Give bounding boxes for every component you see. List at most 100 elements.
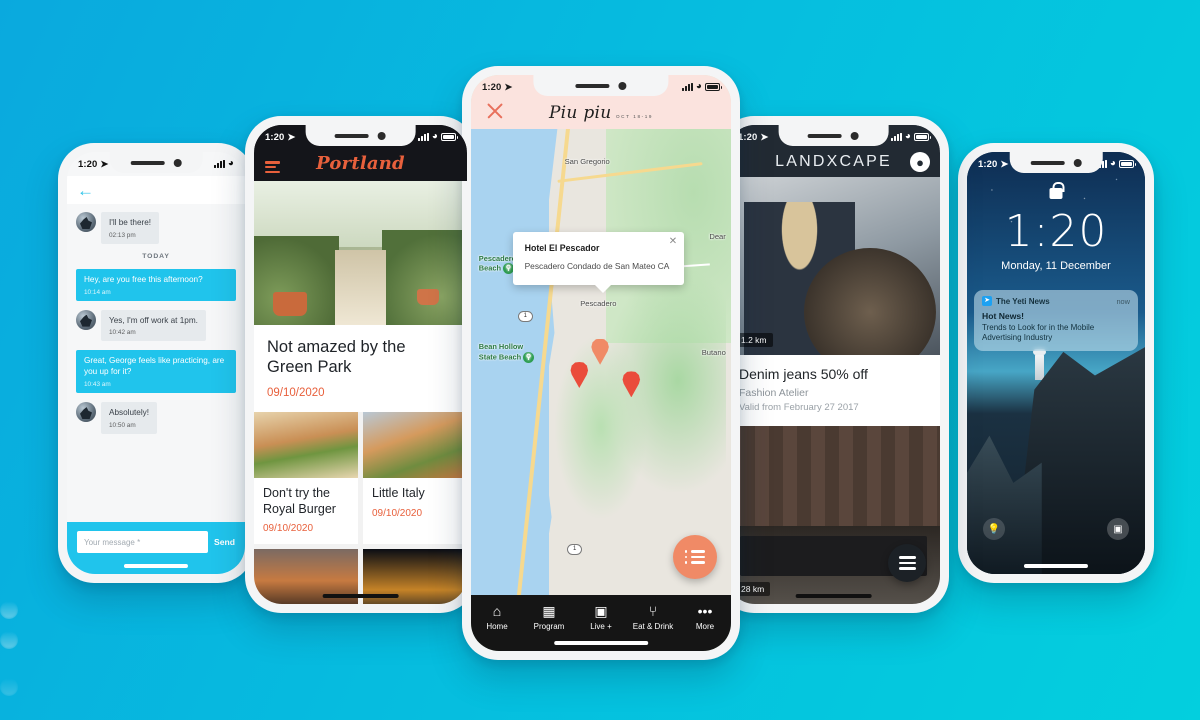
status-left: 1:20 ➤ xyxy=(482,82,512,93)
notification-time: now xyxy=(1116,296,1130,306)
burger-photo xyxy=(254,411,358,478)
chat-bubble-incoming: I'll be there! 02:13 pm xyxy=(101,212,160,244)
showcase-stage: Piu piu OCT 18-19 1:20 ➤ ◕ xyxy=(0,0,1200,720)
map-info-window[interactable]: ✕ Hotel El Pescador Pescadero Condado de… xyxy=(512,231,685,294)
message-text: Great, George feels like practicing, are… xyxy=(84,356,225,377)
route-shield: 1 xyxy=(517,310,533,322)
map-label-town: Dear xyxy=(709,231,726,241)
wifi-icon: ◕ xyxy=(1109,158,1116,169)
close-icon[interactable]: ✕ xyxy=(669,236,677,247)
menu-fab-button[interactable] xyxy=(888,544,926,582)
hamburger-menu-icon xyxy=(898,556,916,570)
map-canvas[interactable]: San Gregorio Dear Pescadero Butano Pesca… xyxy=(471,129,731,595)
tab-program[interactable]: ▦ Program xyxy=(523,603,575,631)
notch xyxy=(778,125,889,146)
tab-label: Home xyxy=(486,622,508,631)
route-shield: 1 xyxy=(567,543,583,555)
portland-feed[interactable]: Not amazed by the Green Park 09/10/2020 … xyxy=(254,181,467,604)
user-avatar-icon[interactable]: ● xyxy=(910,152,930,172)
notch xyxy=(305,125,416,146)
home-indicator[interactable] xyxy=(322,594,399,598)
chat-bubble-incoming: Absolutely! 10:50 am xyxy=(101,402,158,434)
lock-icon xyxy=(1049,182,1065,199)
notification-body: Trends to Look for in the Mobile Adverti… xyxy=(982,323,1095,342)
distance-badge: 1.2 km xyxy=(735,333,773,347)
hero-image[interactable] xyxy=(254,181,467,325)
message-input[interactable]: Your message * xyxy=(77,531,208,553)
tab-label: Live + xyxy=(590,622,612,631)
landxcape-feed[interactable]: 1.2 km Denim jeans 50% off Fashion Ateli… xyxy=(727,177,940,604)
radio-icon: ▣ xyxy=(594,603,608,619)
earpiece-speaker xyxy=(1030,160,1065,165)
battery-icon xyxy=(1119,160,1136,168)
map-label-town: San Gregorio xyxy=(564,156,610,166)
message-text: Hey, are you free this afternoon? xyxy=(84,274,203,284)
earpiece-speaker xyxy=(808,133,842,138)
home-indicator[interactable] xyxy=(795,594,872,598)
wifi-icon: ◕ xyxy=(227,158,234,169)
map-pin-red[interactable] xyxy=(570,362,589,388)
chat-message-list[interactable]: I'll be there! 02:13 pm TODAY Hey, are y… xyxy=(67,204,245,522)
front-camera-icon xyxy=(618,81,627,90)
status-time: 1:20 xyxy=(738,131,758,143)
tab-more[interactable]: ••• More xyxy=(679,603,731,631)
status-left: 1:20 ➤ xyxy=(978,159,1008,170)
twitter-bird-icon: ➤ xyxy=(982,296,992,306)
hero-card[interactable]: Not amazed by the Green Park 09/10/2020 xyxy=(254,325,467,412)
app-logo-text: Piu piu xyxy=(548,103,612,123)
status-left: 1:20 ➤ xyxy=(265,132,295,143)
home-indicator[interactable] xyxy=(554,641,648,645)
laundromat-photo[interactable]: 1.2 km xyxy=(727,177,940,355)
avatar xyxy=(76,309,96,330)
page-title: Portland xyxy=(316,153,405,174)
home-indicator[interactable] xyxy=(1023,564,1089,568)
offer-card[interactable]: Denim jeans 50% off Fashion Atelier Vali… xyxy=(727,355,940,426)
back-icon[interactable]: ← xyxy=(77,182,94,199)
status-left: 1:20 ➤ xyxy=(78,159,108,170)
greenhouse-photo xyxy=(254,181,467,325)
location-arrow-icon: ➤ xyxy=(100,158,109,170)
message-time: 10:42 am xyxy=(109,329,136,337)
tab-eat-and-drink[interactable]: ⑂ Eat & Drink xyxy=(627,603,679,631)
info-window-address: Pescadero Condado de San Mateo CA xyxy=(524,260,670,271)
send-button[interactable]: Send xyxy=(214,537,235,547)
phone-landxcape-app: LANDXCAPE ● 1:20 ➤ ◕ 1.2 km Denim jeans … xyxy=(718,116,949,613)
map-pin-orange[interactable] xyxy=(591,338,610,365)
avatar xyxy=(76,212,96,232)
pizza-photo xyxy=(363,411,467,478)
info-window-title: Hotel El Pescador xyxy=(524,242,600,253)
map-label-town: Butano xyxy=(701,348,726,358)
status-right: ◕ xyxy=(890,132,931,142)
lock-date: Monday, 11 December xyxy=(1001,260,1111,272)
chat-header: ← xyxy=(67,176,245,204)
article-card[interactable]: Little Italy 09/10/2020 xyxy=(363,411,467,545)
notification-title: Hot News! xyxy=(982,311,1025,321)
calendar-icon: ▦ xyxy=(542,603,556,619)
offer-title: Denim jeans 50% off xyxy=(739,366,868,382)
list-view-fab-button[interactable] xyxy=(673,535,717,579)
avatar xyxy=(76,402,96,423)
front-camera-icon xyxy=(1073,158,1082,167)
status-right: ◕ xyxy=(417,131,458,142)
wifi-icon: ◕ xyxy=(431,131,438,142)
location-arrow-icon: ➤ xyxy=(287,131,296,143)
location-arrow-icon: ➤ xyxy=(760,131,769,143)
location-arrow-icon: ➤ xyxy=(504,81,513,93)
tab-home[interactable]: ⌂ Home xyxy=(471,603,523,631)
home-indicator[interactable] xyxy=(123,564,189,568)
offer-validity: Valid from February 27 2017 xyxy=(739,402,859,413)
flashlight-icon[interactable]: 💡 xyxy=(983,518,1005,540)
message-text: Absolutely! xyxy=(109,408,150,418)
message-row: Absolutely! 10:50 am xyxy=(76,402,236,434)
location-arrow-icon: ➤ xyxy=(1000,158,1009,170)
landxcape-screen: LANDXCAPE ● 1:20 ➤ ◕ 1.2 km Denim jeans … xyxy=(727,125,940,604)
status-time: 1:20 xyxy=(978,158,998,170)
article-card[interactable]: Don't try the Royal Burger 09/10/2020 xyxy=(254,411,358,545)
earpiece-speaker xyxy=(575,83,610,88)
chat-screen: 1:20 ➤ ◕ ← I'll be there! 02:13 pm TODAY… xyxy=(67,152,245,574)
map-pin-red[interactable] xyxy=(622,371,641,398)
tab-live[interactable]: ▣ Live + xyxy=(575,603,627,631)
cutlery-icon: ⑂ xyxy=(648,603,658,619)
camera-icon[interactable]: ▣ xyxy=(1107,518,1129,540)
notification-card[interactable]: ➤ The Yeti News now Hot News! Trends to … xyxy=(974,290,1138,351)
